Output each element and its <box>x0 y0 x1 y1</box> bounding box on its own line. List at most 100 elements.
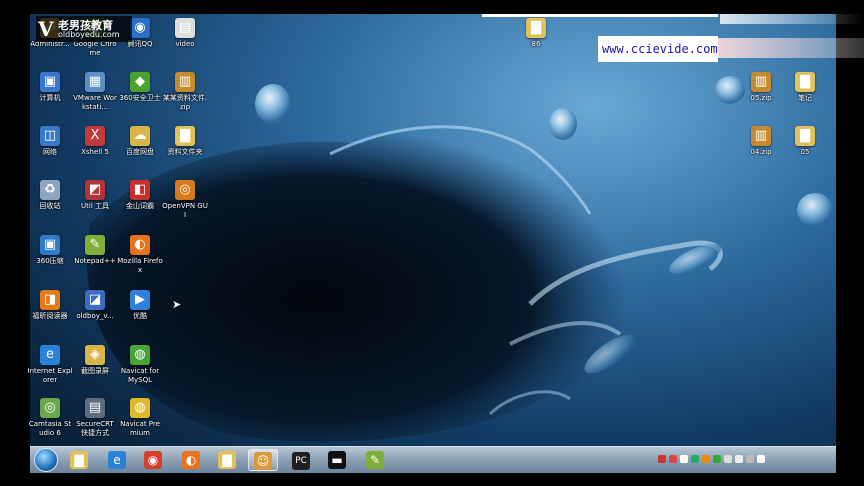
desktop-icon-folder-r1[interactable]: ▇ 笔记 <box>782 72 828 103</box>
desktop-icon-firefox[interactable]: ◐ Mozilla Firefox <box>117 235 163 275</box>
navicat-icon: ◍ <box>130 345 150 365</box>
desktop-icon-camtasia[interactable]: ◎ Camtasia Studio 6 <box>27 398 73 438</box>
cloud-icon: ☁ <box>130 126 150 146</box>
desktop-icon-tool-b[interactable]: ◩ Util 工具 <box>72 180 118 211</box>
taskbar-terminal-app[interactable]: ▬ <box>322 449 352 471</box>
taskbar-notepad-app[interactable]: ✎ <box>360 449 390 471</box>
volume-icon[interactable] <box>735 455 743 463</box>
desktop-icon-label: Util 工具 <box>81 202 109 210</box>
desktop-icon-label: 86 <box>531 40 541 48</box>
watermark-url: www.ccievide.com <box>598 36 718 62</box>
notepad-icon: ✎ <box>366 451 384 469</box>
desktop-icon-label: OpenVPN GUI <box>162 202 208 219</box>
desktop-icon-recycle[interactable]: ♻ 回收站 <box>27 180 73 211</box>
taskbar-chrome-app[interactable]: ◉ <box>138 449 168 471</box>
desktop-icon-label: 优酷 <box>133 312 147 320</box>
computer-icon: ▣ <box>40 72 60 92</box>
taskbar-photo-app[interactable]: ☺ <box>248 449 278 471</box>
desktop-icon-oldboy[interactable]: ◪ oldboy_v... <box>72 290 118 321</box>
desktop-icon-youku[interactable]: ▶ 优酷 <box>117 290 163 321</box>
archive-icon: ▣ <box>40 235 60 255</box>
desktop-icon-label: 某某资料文件.zip <box>162 94 208 111</box>
desktop-icon-file-86[interactable]: ▇ 86 <box>513 18 559 49</box>
wifi-icon[interactable] <box>746 455 754 463</box>
desktop-icon-video-file[interactable]: ▤ video <box>162 18 208 49</box>
desktop-icon-label: 05.zip <box>750 94 772 102</box>
desktop-icon-navicat-mysql[interactable]: ◍ Navicat for MySQL <box>117 345 163 385</box>
desktop-icon-vmware[interactable]: ▦ VMware Workstati... <box>72 72 118 112</box>
desktop-icon-label: 网络 <box>43 148 57 156</box>
taskbar-ie-app[interactable]: e <box>102 449 132 471</box>
taskbar-firefox-app[interactable]: ◐ <box>176 449 206 471</box>
desktop-icon-zip-r2[interactable]: ▥ 04.zip <box>738 126 784 157</box>
start-button[interactable] <box>34 448 58 472</box>
desktop-icon-folder-a[interactable]: ▇ 资料文件夹 <box>162 126 208 157</box>
s-icon[interactable] <box>658 455 666 463</box>
desktop-icon-zip-r1[interactable]: ▥ 05.zip <box>738 72 784 103</box>
youku-icon: ▶ <box>130 290 150 310</box>
taskbar-explorer-app[interactable]: ▇ <box>64 449 94 471</box>
pycharm-icon: PC <box>292 452 310 470</box>
openvpn-icon: ◎ <box>175 180 195 200</box>
desktop-icon-folder-r2[interactable]: ▇ 05 <box>782 126 828 157</box>
desktop-icon-tool-d[interactable]: ▣ 360压缩 <box>27 235 73 266</box>
ie-icon: e <box>40 345 60 365</box>
green-icon[interactable] <box>713 455 721 463</box>
desktop-icon-label: Google Chrome <box>73 40 117 57</box>
info-icon[interactable] <box>757 455 765 463</box>
desktop-icon-tool-c[interactable]: ◧ 金山词霸 <box>117 180 163 211</box>
folder-icon: ▇ <box>218 451 236 469</box>
folder-icon: ▇ <box>175 126 195 146</box>
overlay-top-strip <box>720 14 864 24</box>
desktop-icon-computer[interactable]: ▣ 计算机 <box>27 72 73 103</box>
desktop-icon-label: Mozilla Firefox <box>117 257 163 274</box>
chrome-icon: ◉ <box>144 451 162 469</box>
desktop-icon-reader[interactable]: ◨ 福昕阅读器 <box>27 290 73 321</box>
brand-mark: V <box>38 17 54 41</box>
brand-logo: V 老男孩教育 oldboyedu.com <box>36 16 132 42</box>
desktop-icon-tool-a[interactable]: ◆ 360安全卫士 <box>117 72 163 103</box>
desktop-icon-baidu[interactable]: ☁ 百度网盘 <box>117 126 163 157</box>
desktop-icon-label: oldboy_v... <box>76 312 114 320</box>
desktop-icon-label: SecureCRT 快捷方式 <box>76 420 114 437</box>
taskbar-folder-app[interactable]: ▇ <box>212 449 242 471</box>
desktop-icon-securecrt[interactable]: ▤ SecureCRT 快捷方式 <box>72 398 118 438</box>
shield-icon[interactable] <box>691 455 699 463</box>
taskbar-pycharm-app[interactable]: PC <box>286 449 316 471</box>
desktop-icon-xshell[interactable]: X Xshell 5 <box>72 126 118 157</box>
desktop-icon-tool-e[interactable]: ◈ 截图录屏 <box>72 345 118 376</box>
desktop-icon-label: video <box>175 40 195 48</box>
dict-icon: ◧ <box>130 180 150 200</box>
desktop-icon-openvpn[interactable]: ◎ OpenVPN GUI <box>162 180 208 220</box>
desktop-icon-label: Navicat for MySQL <box>120 367 160 384</box>
desktop-icon-label: 百度网盘 <box>126 148 154 156</box>
taskbar: ▇ e ◉ ◐ ▇ ☺ PC ▬ ✎ <box>30 446 836 473</box>
file-icon: ▤ <box>175 18 195 38</box>
desktop-icon-label: 资料文件夹 <box>167 148 203 156</box>
orange-icon[interactable] <box>702 455 710 463</box>
desktop-icon-label: Internet Explorer <box>27 367 73 384</box>
desktop-icon-navicat-premium[interactable]: ◍ Navicat Premium <box>117 398 163 438</box>
desktop-icon-notepad[interactable]: ✎ Notepad++ <box>72 235 118 266</box>
navicat-icon: ◍ <box>130 398 150 418</box>
network-icon[interactable] <box>724 455 732 463</box>
desktop-icon-label: 回收站 <box>39 202 61 210</box>
app-icon: ◩ <box>85 180 105 200</box>
desktop-icon-network[interactable]: ◫ 网络 <box>27 126 73 157</box>
explorer-icon: ▇ <box>70 451 88 469</box>
archive-icon: ▥ <box>751 72 771 92</box>
desktop-icon-label: Camtasia Studio 6 <box>28 420 72 437</box>
desktop-icon-label: 截图录屏 <box>81 367 109 375</box>
camtasia-icon: ◎ <box>40 398 60 418</box>
xshell-icon: X <box>85 126 105 146</box>
vmware-icon: ▦ <box>85 72 105 92</box>
flag-icon[interactable] <box>680 455 688 463</box>
desktop-icon-label: 计算机 <box>39 94 61 102</box>
file-icon: ▇ <box>526 18 546 38</box>
archive-icon: ▥ <box>751 126 771 146</box>
desktop-icon-zip-a[interactable]: ▥ 某某资料文件.zip <box>162 72 208 112</box>
archive-icon: ▥ <box>175 72 195 92</box>
desktop-icon-ie[interactable]: e Internet Explorer <box>27 345 73 385</box>
red-icon[interactable] <box>669 455 677 463</box>
desktop-icon-label: 360安全卫士 <box>119 94 161 102</box>
